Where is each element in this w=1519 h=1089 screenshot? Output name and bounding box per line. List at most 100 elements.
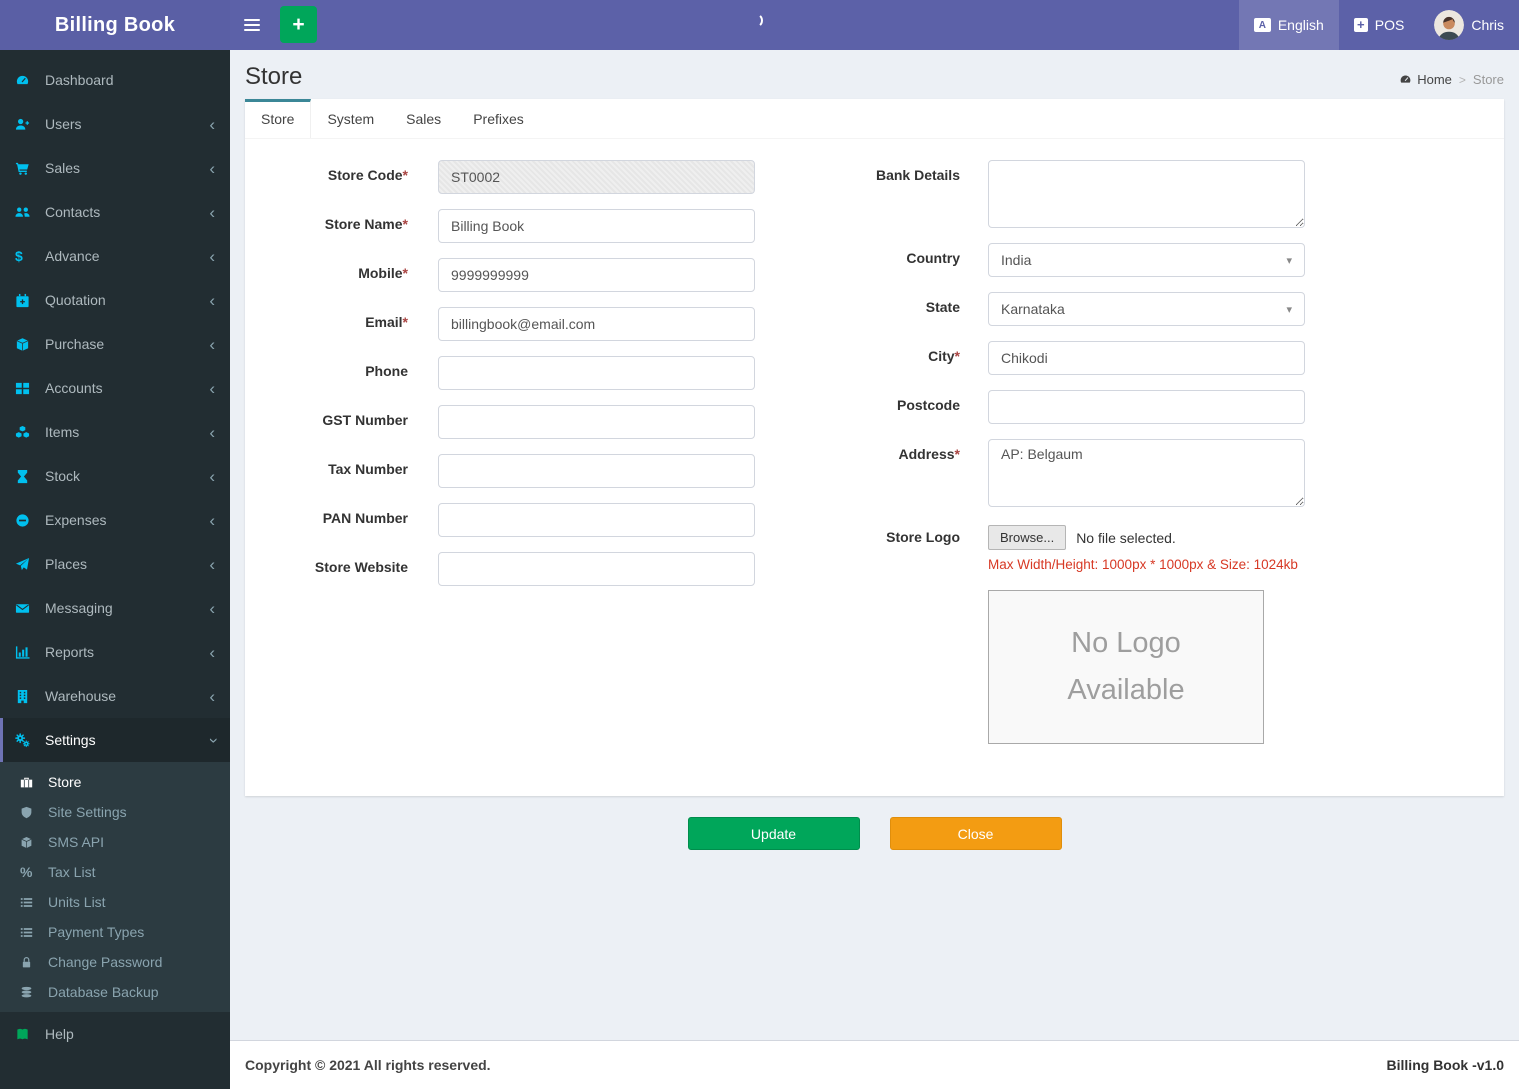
sidebar-item-warehouse[interactable]: Warehouse ‹ xyxy=(0,674,230,718)
chevron-left-icon: ‹ xyxy=(209,554,215,574)
settings-submenu: Store Site Settings SMS API% Tax List Units … xyxy=(0,762,230,1012)
grid-icon xyxy=(15,381,37,396)
form-row: City* xyxy=(835,341,1435,376)
hourglass-icon xyxy=(15,469,37,484)
form-row: Email* xyxy=(245,307,785,342)
sidebar-item-stock[interactable]: Stock ‹ xyxy=(0,454,230,498)
tab-prefixes[interactable]: Prefixes xyxy=(457,99,540,138)
form-actions: Update Close xyxy=(245,817,1504,851)
form-column-right: Bank Details Country India ▾ State Karna… xyxy=(835,160,1435,759)
cube-icon xyxy=(20,836,40,849)
sidebar-item-quotation[interactable]: Quotation ‹ xyxy=(0,278,230,322)
brand-logo[interactable]: Billing Book xyxy=(0,0,230,50)
sidebar-item-help[interactable]: Help xyxy=(0,1012,230,1056)
chevron-left-icon: ‹ xyxy=(209,290,215,310)
email-input[interactable] xyxy=(438,307,755,342)
caret-down-icon: ▾ xyxy=(1286,303,1292,316)
submenu-item-sms-api[interactable]: SMS API xyxy=(0,827,230,857)
mobile-input[interactable] xyxy=(438,258,755,293)
gst-number-input[interactable] xyxy=(438,405,755,440)
submenu-item-site-settings[interactable]: Site Settings xyxy=(0,797,230,827)
lock-icon xyxy=(20,956,40,969)
sidebar-item-users[interactable]: Users ‹ xyxy=(0,102,230,146)
bank-details-textarea[interactable] xyxy=(988,160,1305,229)
form-row: PAN Number xyxy=(245,503,785,538)
sidebar-item-messaging[interactable]: Messaging ‹ xyxy=(0,586,230,630)
sidebar-item-places[interactable]: Places ‹ xyxy=(0,542,230,586)
field-label: Country xyxy=(906,250,960,267)
chevron-left-icon: ‹ xyxy=(209,378,215,398)
chevron-left-icon: ‹ xyxy=(209,202,215,222)
sidebar-item-accounts[interactable]: Accounts ‹ xyxy=(0,366,230,410)
tab-store[interactable]: Store xyxy=(245,99,312,139)
sidebar-item-advance[interactable]: $ Advance ‹ xyxy=(0,234,230,278)
form-row: Store Website xyxy=(245,552,785,587)
store-name-input[interactable] xyxy=(438,209,755,244)
field-label: Postcode xyxy=(896,397,960,414)
sidebar-item-settings[interactable]: Settings ‹ xyxy=(0,718,230,762)
country-select[interactable]: India ▾ xyxy=(988,243,1305,278)
field-label: Tax Number xyxy=(328,461,408,478)
briefcase-icon xyxy=(20,776,40,789)
chevron-left-icon: ‹ xyxy=(209,686,215,706)
tab-bar: Store System Sales Prefixes xyxy=(245,99,1504,140)
dollar-icon: $ xyxy=(15,248,23,264)
breadcrumb: Home > Store xyxy=(1399,72,1504,90)
sidebar-item-purchase[interactable]: Purchase ‹ xyxy=(0,322,230,366)
sidebar-item-dashboard[interactable]: Dashboard xyxy=(0,58,230,102)
user-name: Chris xyxy=(1471,17,1504,33)
postcode-input[interactable] xyxy=(988,390,1305,425)
submenu-item-database-backup[interactable]: Database Backup xyxy=(0,977,230,1007)
store-code-input[interactable] xyxy=(438,160,755,195)
app-window: Billing Book Dashboard Users ‹ Sales ‹ Contac… xyxy=(0,0,1519,1089)
state-select[interactable]: Karnataka ▾ xyxy=(988,292,1305,327)
field-label: Address* xyxy=(898,446,960,463)
browse-file-button[interactable]: Browse... xyxy=(988,525,1067,551)
calendar-plus-icon xyxy=(15,293,37,308)
pos-button[interactable]: + POS xyxy=(1339,0,1420,50)
breadcrumb-home-link[interactable]: Home xyxy=(1399,72,1452,87)
field-label: Phone xyxy=(365,363,408,380)
submenu-item-tax-list[interactable]: % Tax List xyxy=(0,857,230,887)
chevron-left-icon: ‹ xyxy=(209,246,215,266)
sidebar-item-sales[interactable]: Sales ‹ xyxy=(0,146,230,190)
submenu-item-payment-types[interactable]: Payment Types xyxy=(0,917,230,947)
store-website-input[interactable] xyxy=(438,552,755,587)
phone-input[interactable] xyxy=(438,356,755,391)
pan-number-input[interactable] xyxy=(438,503,755,538)
chevron-left-icon: ‹ xyxy=(209,422,215,442)
list-icon xyxy=(20,896,40,909)
submenu-item-units-list[interactable]: Units List xyxy=(0,887,230,917)
file-status-text: No file selected. xyxy=(1076,529,1176,546)
sidebar-item-expenses[interactable]: Expenses ‹ xyxy=(0,498,230,542)
quick-add-button[interactable]: + xyxy=(280,6,317,43)
tab-system[interactable]: System xyxy=(311,99,390,138)
chevron-left-icon: ‹ xyxy=(209,510,215,530)
chevron-left-icon: ‹ xyxy=(209,158,215,178)
update-button[interactable]: Update xyxy=(687,817,860,851)
user-menu[interactable]: Chris xyxy=(1419,0,1519,50)
sidebar-item-reports[interactable]: Reports ‹ xyxy=(0,630,230,674)
sidebar-item-contacts[interactable]: Contacts ‹ xyxy=(0,190,230,234)
book-icon xyxy=(15,1027,37,1042)
field-label: GST Number xyxy=(322,412,408,429)
form-row: Address* AP: Belgaum xyxy=(835,439,1435,508)
bar-chart-icon xyxy=(15,645,37,660)
tax-number-input[interactable] xyxy=(438,454,755,489)
sidebar-toggle-icon[interactable] xyxy=(230,0,274,50)
field-label: State xyxy=(925,299,960,316)
tab-sales[interactable]: Sales xyxy=(390,99,457,138)
chevron-left-icon: ‹ xyxy=(209,466,215,486)
form-row: Phone xyxy=(245,356,785,391)
close-button[interactable]: Close xyxy=(889,817,1062,851)
submenu-item-change-password[interactable]: Change Password xyxy=(0,947,230,977)
chevron-down-icon: ‹ xyxy=(202,737,222,743)
page-title: Store xyxy=(245,63,303,90)
sidebar-item-items[interactable]: Items ‹ xyxy=(0,410,230,454)
address-textarea[interactable]: AP: Belgaum xyxy=(988,439,1305,508)
field-label: Email* xyxy=(365,314,408,331)
pos-label: POS xyxy=(1374,17,1405,33)
language-menu[interactable]: A English xyxy=(1238,0,1339,50)
city-input[interactable] xyxy=(988,341,1305,376)
submenu-item-store[interactable]: Store xyxy=(0,767,230,797)
